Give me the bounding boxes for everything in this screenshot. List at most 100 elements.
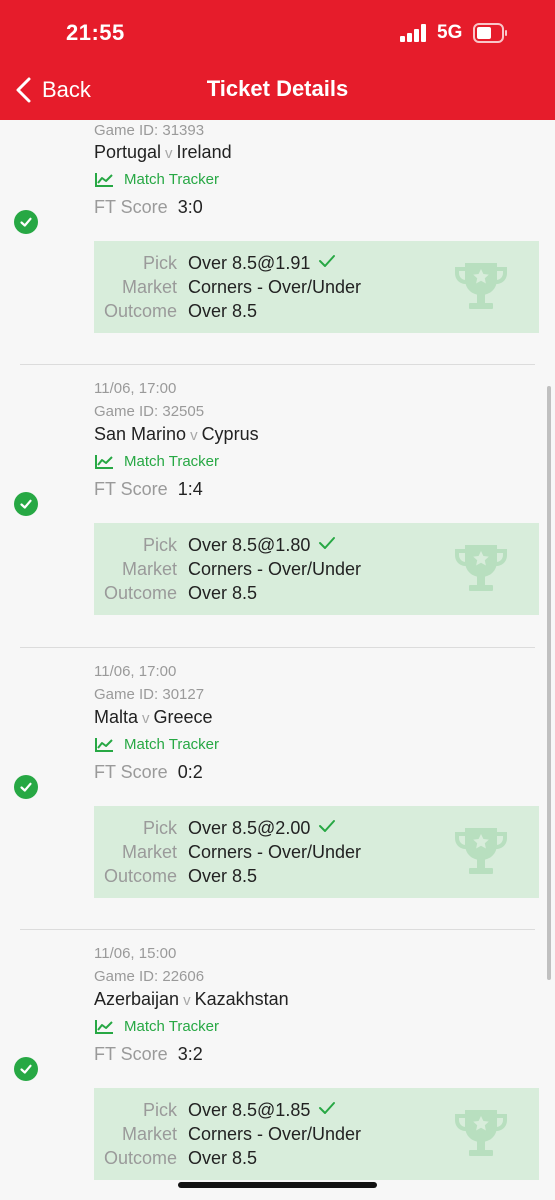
outcome-value: Over 8.5: [188, 1148, 258, 1168]
match-tracker-label: Match Tracker: [124, 736, 220, 753]
chart-line-icon: [95, 737, 113, 752]
ft-score-value: 3:2: [177, 1044, 203, 1064]
match-tracker-link[interactable]: Match Tracker: [94, 453, 219, 470]
market-label: Market: [121, 1124, 177, 1144]
divider: [20, 929, 535, 930]
signal-icon: [400, 24, 428, 42]
home-team: San Marino: [94, 424, 187, 444]
pick-value: Over 8.5@1.91: [188, 253, 311, 273]
won-check-icon: [14, 492, 38, 516]
won-check-icon: [14, 210, 38, 234]
divider: [20, 647, 535, 648]
check-icon: [319, 1102, 336, 1114]
outcome-label: Outcome: [103, 583, 177, 603]
match-card: Game ID: 31393 Portugal v Ireland Match Tr…: [0, 120, 555, 387]
ft-score-label: FT Score: [94, 762, 168, 782]
away-team: Cyprus: [201, 424, 259, 444]
ft-score-label: FT Score: [94, 197, 168, 217]
ft-score: FT Score 0:2: [94, 762, 203, 783]
match-tracker-label: Match Tracker: [124, 171, 220, 188]
page-title: Ticket Details: [206, 76, 349, 101]
check-icon: [319, 537, 336, 549]
market-value: Corners - Over/Under: [188, 1124, 362, 1144]
match-teams: Malta v Greece: [94, 707, 213, 728]
status-time: 21:55: [66, 20, 125, 45]
trophy-icon: [455, 1110, 507, 1156]
pick-label: Pick: [142, 253, 177, 273]
trophy-icon: [455, 828, 507, 874]
match-tracker-link[interactable]: Match Tracker: [94, 1018, 219, 1035]
game-id: Game ID: 22606: [94, 968, 205, 985]
away-team: Kazakhstan: [194, 989, 289, 1009]
market-value: Corners - Over/Under: [188, 559, 362, 579]
outcome-value: Over 8.5: [188, 583, 258, 603]
market-value: Corners - Over/Under: [188, 842, 362, 862]
market-label: Market: [121, 559, 177, 579]
pick-details: Pick Over 8.5@1.80 Market Corners - Over/U…: [94, 523, 539, 615]
trophy-icon: [455, 263, 507, 309]
pick-value: Over 8.5@1.85: [188, 1100, 311, 1120]
ft-score: FT Score 3:2: [94, 1044, 203, 1065]
match-tracker-label: Match Tracker: [124, 1018, 220, 1035]
outcome-label: Outcome: [103, 301, 177, 321]
ft-score-label: FT Score: [94, 479, 168, 499]
vs-label: v: [142, 710, 150, 727]
ft-score-value: 3:0: [177, 197, 203, 217]
game-id: Game ID: 32505: [94, 403, 205, 420]
market-label: Market: [121, 277, 177, 297]
match-date: 11/06, 17:00: [94, 663, 177, 680]
ticket-list[interactable]: Game ID: 31393 Portugal v Ireland Match Tr…: [0, 120, 555, 1200]
outcome-value: Over 8.5: [188, 866, 258, 886]
chart-line-icon: [95, 1019, 113, 1034]
match-teams: Portugal v Ireland: [94, 142, 232, 163]
battery-icon: [473, 23, 507, 43]
ft-score-value: 0:2: [177, 762, 203, 782]
check-icon: [319, 820, 336, 832]
app-header: 21:55 5G Back Ticket Details: [0, 0, 555, 120]
game-id: Game ID: 31393: [94, 122, 205, 139]
match-card: 11/06, 15:00 Game ID: 22606 Azerbaijan v K…: [0, 929, 555, 1200]
game-id: Game ID: 30127: [94, 686, 205, 703]
check-icon: [319, 255, 336, 267]
market-label: Market: [121, 842, 177, 862]
match-tracker-link[interactable]: Match Tracker: [94, 736, 219, 753]
match-date: 11/06, 15:00: [94, 945, 177, 962]
ft-score-label: FT Score: [94, 1044, 168, 1064]
market-value: Corners - Over/Under: [188, 277, 362, 297]
pick-label: Pick: [142, 535, 177, 555]
ft-score: FT Score 3:0: [94, 197, 203, 218]
match-teams: San Marino v Cyprus: [94, 424, 259, 445]
home-team: Azerbaijan: [94, 989, 180, 1009]
home-team: Portugal: [94, 142, 162, 162]
vs-label: v: [190, 427, 198, 444]
pick-details: Pick Over 8.5@1.85 Market Corners - Over/U…: [94, 1088, 539, 1180]
home-team: Malta: [94, 707, 139, 727]
away-team: Greece: [153, 707, 213, 727]
away-team: Ireland: [176, 142, 232, 162]
pick-value: Over 8.5@2.00: [188, 818, 311, 838]
scrollbar[interactable]: [547, 386, 551, 980]
trophy-icon: [455, 545, 507, 591]
network-type: 5G: [437, 22, 463, 43]
outcome-label: Outcome: [103, 1148, 177, 1168]
match-tracker-label: Match Tracker: [124, 453, 220, 470]
home-indicator[interactable]: [178, 1182, 377, 1188]
pick-label: Pick: [142, 1100, 177, 1120]
pick-details: Pick Over 8.5@1.91 Market Corners - Over/U…: [94, 241, 539, 333]
match-card: 11/06, 17:00 Game ID: 30127 Malta v Greece…: [0, 647, 555, 929]
ft-score: FT Score 1:4: [94, 479, 203, 500]
outcome-value: Over 8.5: [188, 301, 258, 321]
pick-value: Over 8.5@1.80: [188, 535, 311, 555]
match-card: 11/06, 17:00 Game ID: 32505 San Marino v C…: [0, 364, 555, 646]
won-check-icon: [14, 1057, 38, 1081]
vs-label: v: [183, 992, 191, 1009]
divider: [20, 364, 535, 365]
pick-label: Pick: [142, 818, 177, 838]
chart-line-icon: [95, 454, 113, 469]
match-date: 11/06, 17:00: [94, 380, 177, 397]
won-check-icon: [14, 775, 38, 799]
match-tracker-link[interactable]: Match Tracker: [94, 171, 219, 188]
outcome-label: Outcome: [103, 866, 177, 886]
match-teams: Azerbaijan v Kazakhstan: [94, 989, 289, 1010]
ft-score-value: 1:4: [177, 479, 203, 499]
